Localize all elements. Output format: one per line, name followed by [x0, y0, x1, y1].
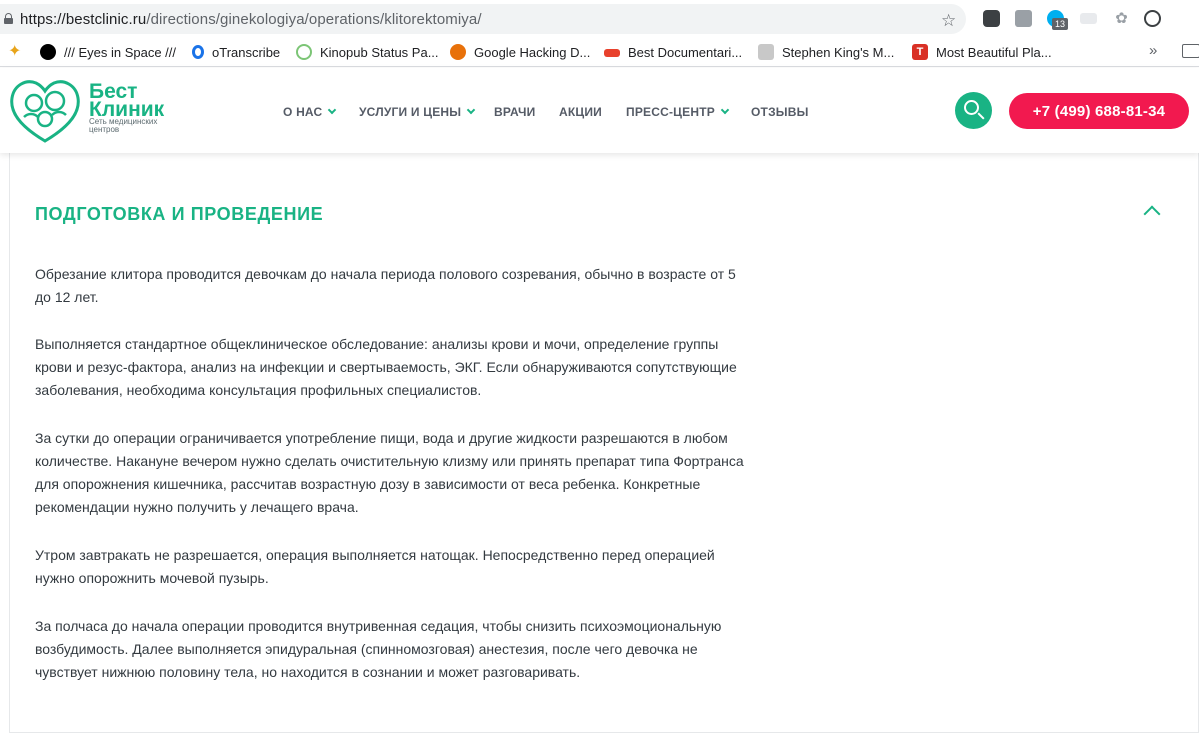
bookmarks-more-button[interactable]: » [1149, 42, 1157, 59]
paragraph: За полчаса до начала операции проводится… [35, 615, 815, 684]
nav-reviews[interactable]: ОТЗЫВЫ [751, 105, 809, 119]
bookmark-label: Best Documentari... [628, 44, 743, 60]
extension-icon[interactable] [1015, 10, 1032, 27]
figure-icon: ✦ [8, 43, 22, 60]
text-line: Выполняется стандартное общеклиническое … [35, 336, 719, 352]
google-hacking-icon [450, 44, 466, 60]
text-line: Утром завтракать не разрешается, операци… [35, 547, 715, 563]
t-logo-icon: T [912, 44, 928, 60]
bookmark-google-hacking[interactable]: Google Hacking D... [450, 43, 590, 61]
text-line: чувствует нижнюю половину тела, но наход… [35, 664, 581, 680]
lock-icon [4, 13, 13, 24]
bookmarks-bar: ✦ /// Eyes in Space /// oTranscribe Kino… [0, 37, 1199, 67]
circle-icon [40, 44, 56, 60]
logo-subtitle-line: центров [89, 125, 120, 134]
folder-icon[interactable] [1182, 44, 1199, 58]
bookmark-otranscribe[interactable]: oTranscribe [190, 43, 280, 61]
text-line: нужно опорожнить мочевой пузырь. [35, 570, 269, 586]
accordion-title[interactable]: ПОДГОТОВКА И ПРОВЕДЕНИЕ [35, 204, 323, 225]
nav-label: ВРАЧИ [494, 105, 536, 119]
nav-services-prices[interactable]: УСЛУГИ И ЦЕНЫ [359, 105, 476, 119]
nav-label: АКЦИИ [559, 105, 603, 119]
text-line: рекомендации нужно получить у лечащего в… [35, 499, 359, 515]
bookmark-most-beautiful[interactable]: T Most Beautiful Pla... [912, 43, 1052, 61]
text-line: количестве. Накануне вечером нужно сдела… [35, 453, 744, 469]
documentary-icon [604, 49, 620, 57]
check-icon [296, 44, 312, 60]
sync-icon[interactable] [1144, 10, 1161, 27]
address-bar[interactable]: https://bestclinic.ru/directions/ginekol… [0, 4, 966, 34]
bookmark-kinopub[interactable]: Kinopub Status Pa... [296, 43, 439, 61]
text-line: возбудимость. Далее выполняется эпидурал… [35, 641, 698, 657]
text-line: заболевания, необходима консультация про… [35, 382, 482, 398]
chevron-down-icon [328, 105, 337, 115]
bookmark-label: oTranscribe [212, 44, 281, 60]
bookmark-label: Google Hacking D... [474, 44, 591, 60]
bookmark-label: /// Eyes in Space /// [64, 44, 176, 60]
logo-name[interactable]: Бест Клиник [89, 81, 164, 120]
nav-label: О НАС [283, 105, 323, 119]
text-line: За сутки до операции ограничивается упот… [35, 430, 728, 446]
bookmark-label: Stephen King's M... [782, 44, 895, 60]
paragraph: Выполняется стандартное общеклиническое … [35, 333, 815, 402]
nav-label: ОТЗЫВЫ [751, 105, 809, 119]
paw-icon[interactable]: ✿ [1113, 10, 1130, 27]
site-header: Бест Клиник Сеть медицинских центров О НАС… [0, 68, 1199, 153]
nav-promotions[interactable]: АКЦИИ [559, 105, 602, 119]
bookmark-label: Most Beautiful Pla... [936, 44, 1052, 60]
paragraph: Утром завтракать не разрешается, операци… [35, 544, 815, 590]
nav-label: ПРЕСС-ЦЕНТР [626, 105, 715, 119]
nav-label: УСЛУГИ И ЦЕНЫ [359, 105, 462, 119]
chevron-down-icon [720, 105, 730, 115]
nav-doctors[interactable]: ВРАЧИ [494, 105, 535, 119]
url-text[interactable]: https://bestclinic.ru/directions/ginekol… [20, 11, 482, 28]
bookmark-stephen-king[interactable]: Stephen King's M... [758, 43, 894, 61]
paragraph: Обрезание клитора проводится девочкам до… [35, 263, 815, 309]
search-button[interactable] [955, 92, 992, 129]
paragraph: За сутки до операции ограничивается упот… [35, 427, 815, 519]
chevron-down-icon [466, 105, 476, 115]
url-path: /directions/ginekologiya/operations/klit… [146, 11, 482, 28]
page-icon [758, 44, 774, 60]
text-line: крови и резус-фактора, анализ на инфекци… [35, 359, 737, 375]
text-line: За полчаса до начала операции проводится… [35, 618, 722, 634]
text-line: до 12 лет. [35, 289, 99, 305]
bookmark-item[interactable]: ✦ [8, 43, 34, 61]
extension-badge: 13 [1052, 18, 1069, 30]
text-line: для опорожнения кишечника, рассчитав воз… [35, 476, 701, 492]
phone-button[interactable]: +7 (499) 688-81-34 [1009, 93, 1189, 129]
url-host: https://bestclinic.ru [20, 11, 147, 28]
clinic-logo-icon[interactable] [8, 77, 82, 145]
extension-icon[interactable] [1080, 13, 1097, 24]
star-icon[interactable]: ☆ [941, 12, 956, 29]
browser-toolbar: https://bestclinic.ru/directions/ginekol… [0, 0, 1199, 37]
pocket-icon[interactable] [983, 10, 1000, 27]
o-logo-icon [192, 45, 204, 59]
logo-subtitle: Сеть медицинских центров [89, 118, 179, 134]
nav-press-center[interactable]: ПРЕСС-ЦЕНТР [626, 105, 730, 119]
nav-about[interactable]: О НАС [283, 105, 337, 119]
bookmark-label: Kinopub Status Pa... [320, 44, 439, 60]
bookmark-best-documentaries[interactable]: Best Documentari... [604, 43, 742, 61]
text-line: Обрезание клитора проводится девочкам до… [35, 266, 736, 282]
bookmark-eyes-in-space[interactable]: /// Eyes in Space /// [40, 43, 176, 61]
